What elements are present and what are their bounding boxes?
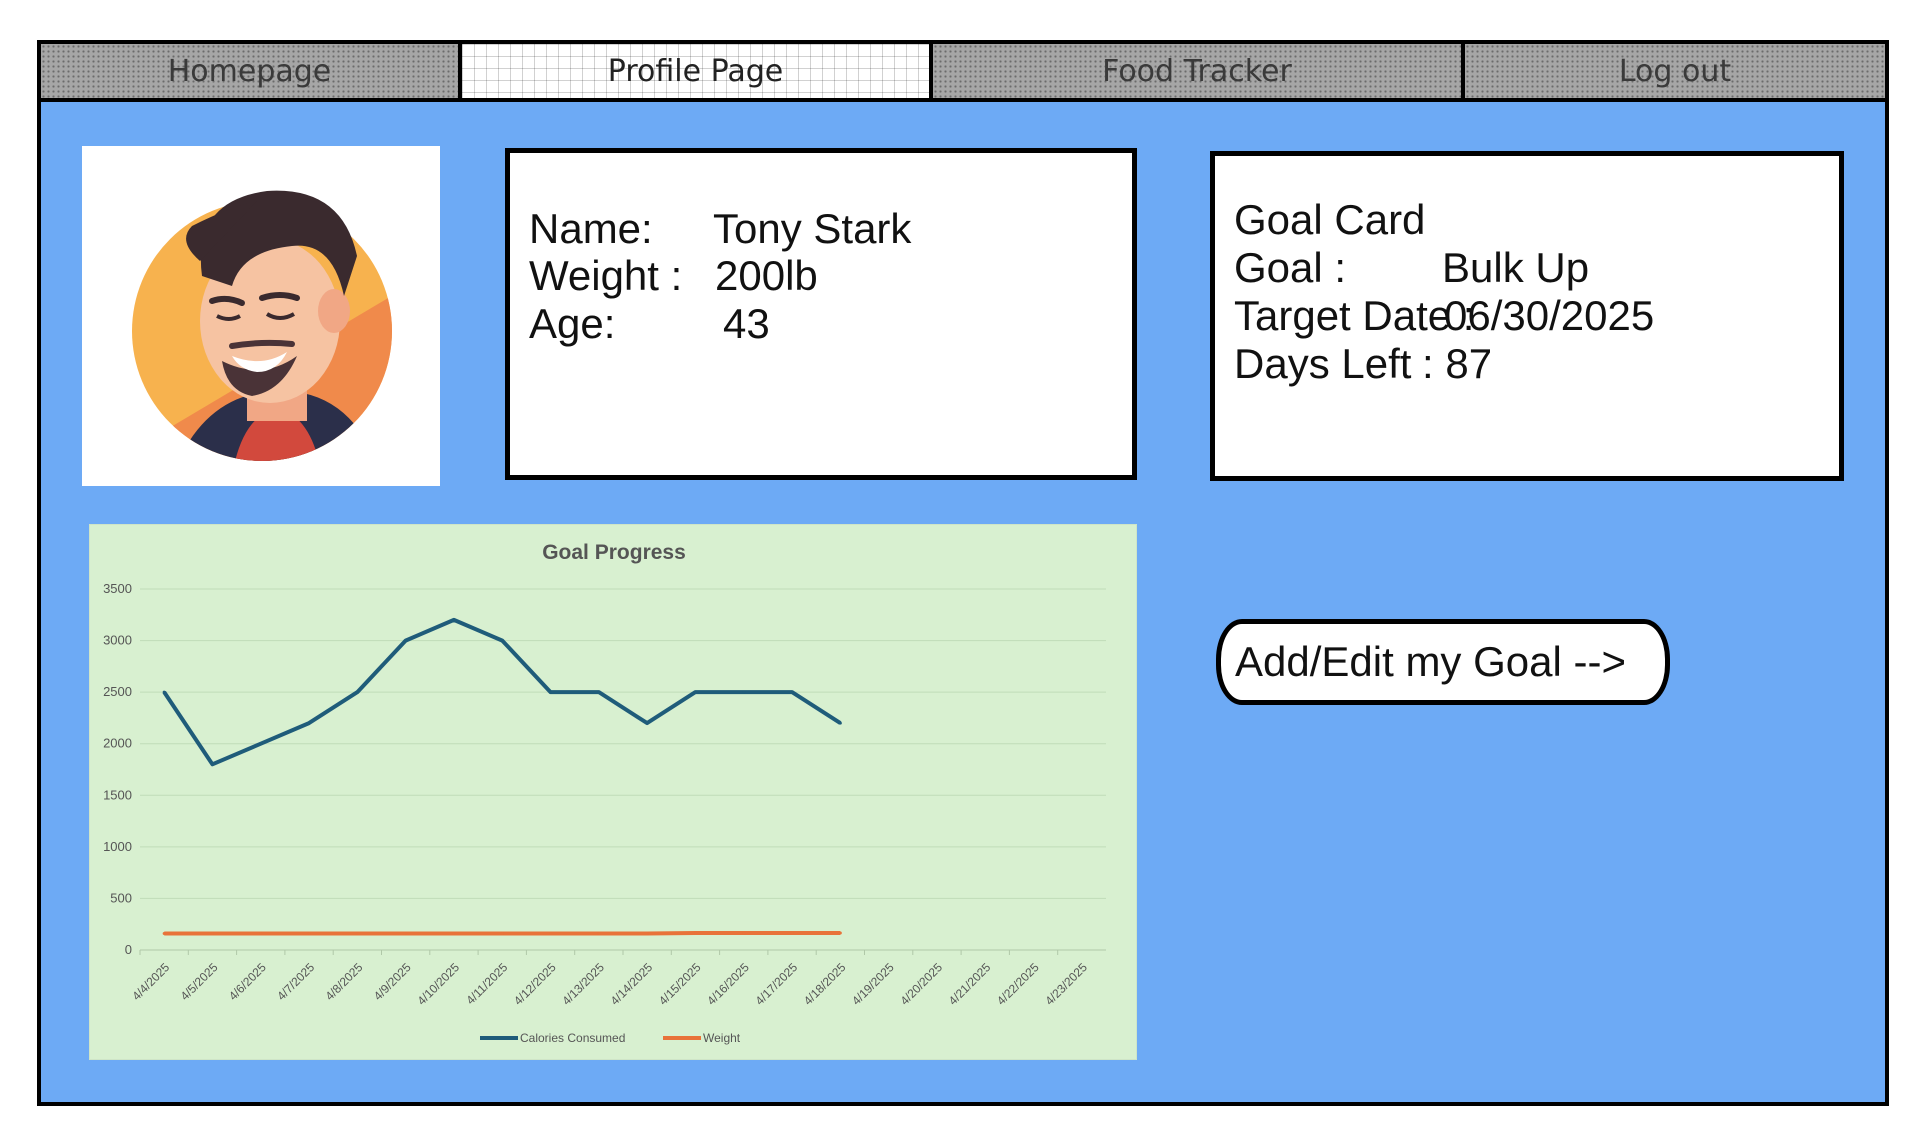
y-tick-label: 2000: [103, 736, 132, 751]
y-tick-label: 1000: [103, 839, 132, 854]
data-point: [500, 639, 504, 643]
x-tick-label: 4/17/2025: [753, 960, 801, 1008]
age-label: Age:: [529, 300, 616, 347]
data-point: [404, 639, 408, 643]
tab-profile-page[interactable]: Profile Page: [462, 44, 933, 98]
y-tick-label: 2500: [103, 684, 132, 699]
x-tick-label: 4/15/2025: [656, 960, 704, 1008]
data-point: [838, 721, 842, 725]
y-tick-label: 1500: [103, 787, 132, 802]
weight-value: 200lb: [715, 252, 818, 299]
x-tick-label: 4/16/2025: [704, 960, 752, 1008]
data-point: [549, 931, 553, 935]
data-point: [790, 690, 794, 694]
age-value: 43: [723, 300, 770, 347]
data-point: [210, 762, 214, 766]
nav-bar: Homepage Profile Page Food Tracker Log o…: [41, 44, 1885, 102]
x-tick-label: 4/20/2025: [897, 960, 945, 1008]
y-tick-label: 0: [125, 942, 132, 957]
app-frame: Homepage Profile Page Food Tracker Log o…: [37, 40, 1889, 1106]
goal-progress-chart: Goal Progress 0 500 1000 1500 2000 2500 3000 35…: [89, 524, 1137, 1060]
goal-label: Goal :: [1234, 244, 1347, 291]
data-point: [355, 690, 359, 694]
x-tick-label: 4/7/2025: [274, 960, 317, 1003]
chart-svg: Goal Progress 0 500 1000 1500 2000 2500 3000 35…: [103, 541, 1106, 1045]
data-point: [742, 690, 746, 694]
data-point: [259, 931, 263, 935]
data-point: [210, 931, 214, 935]
data-point: [597, 931, 601, 935]
data-point: [549, 690, 553, 694]
data-point: [838, 931, 842, 935]
data-point: [645, 721, 649, 725]
chart-title: Goal Progress: [542, 541, 686, 564]
add-edit-goal-button[interactable]: Add/Edit my Goal -->: [1216, 619, 1670, 705]
weight-label: Weight :: [529, 252, 683, 299]
y-tick-label: 500: [110, 890, 132, 905]
goal-card-title: Goal Card: [1234, 196, 1426, 243]
data-point: [693, 690, 697, 694]
data-point: [307, 721, 311, 725]
avatar: [82, 146, 440, 486]
tab-homepage[interactable]: Homepage: [41, 44, 462, 98]
target-date-value: 06/30/2025: [1444, 292, 1655, 339]
x-tick-label: 4/8/2025: [323, 960, 366, 1003]
x-tick-label: 4/21/2025: [946, 960, 994, 1008]
data-point: [452, 931, 456, 935]
x-tick-label: 4/9/2025: [371, 960, 414, 1003]
data-point: [645, 931, 649, 935]
tab-food-tracker[interactable]: Food Tracker: [933, 44, 1465, 98]
data-point: [742, 931, 746, 935]
y-tick-label: 3500: [103, 581, 132, 596]
profile-info-card: Name: Tony Stark Weight : 200lb Age: 43: [505, 148, 1137, 480]
goal-value: Bulk Up: [1442, 244, 1590, 291]
goal-card: Goal Card Goal : Bulk Up Target Date : 0…: [1210, 151, 1844, 481]
x-tick-label: 4/12/2025: [511, 960, 559, 1008]
x-tick-label: 4/4/2025: [129, 960, 172, 1003]
name-label: Name:: [529, 205, 653, 252]
data-point: [355, 931, 359, 935]
x-tick-label: 4/11/2025: [463, 960, 510, 1007]
data-point: [452, 618, 456, 622]
data-point: [259, 742, 263, 746]
data-point: [693, 931, 697, 935]
x-tick-label: 4/14/2025: [608, 960, 656, 1008]
x-tick-label: 4/13/2025: [559, 960, 607, 1008]
legend-label: Calories Consumed: [520, 1031, 625, 1045]
data-point: [597, 690, 601, 694]
data-point: [404, 931, 408, 935]
x-tick-label: 4/6/2025: [226, 960, 269, 1003]
x-tick-label: 4/5/2025: [178, 960, 221, 1003]
name-value: Tony Stark: [713, 205, 912, 252]
data-point: [790, 931, 794, 935]
data-point: [162, 690, 166, 694]
days-left-label: Days Left: [1234, 340, 1412, 387]
x-tick-label: 4/18/2025: [801, 960, 849, 1008]
x-tick-label: 4/23/2025: [1042, 960, 1090, 1008]
avatar-illustration: [132, 190, 392, 461]
data-point: [162, 931, 166, 935]
data-point: [500, 931, 504, 935]
legend-label: Weight: [703, 1031, 741, 1045]
tab-log-out[interactable]: Log out: [1465, 44, 1885, 98]
days-left-value: : 87: [1422, 340, 1493, 387]
x-tick-label: 4/10/2025: [414, 960, 462, 1008]
x-tick-label: 4/19/2025: [849, 960, 897, 1008]
data-point: [307, 931, 311, 935]
x-tick-label: 4/22/2025: [994, 960, 1042, 1008]
y-tick-label: 3000: [103, 633, 132, 648]
target-date-label: Target Date :: [1234, 292, 1475, 339]
